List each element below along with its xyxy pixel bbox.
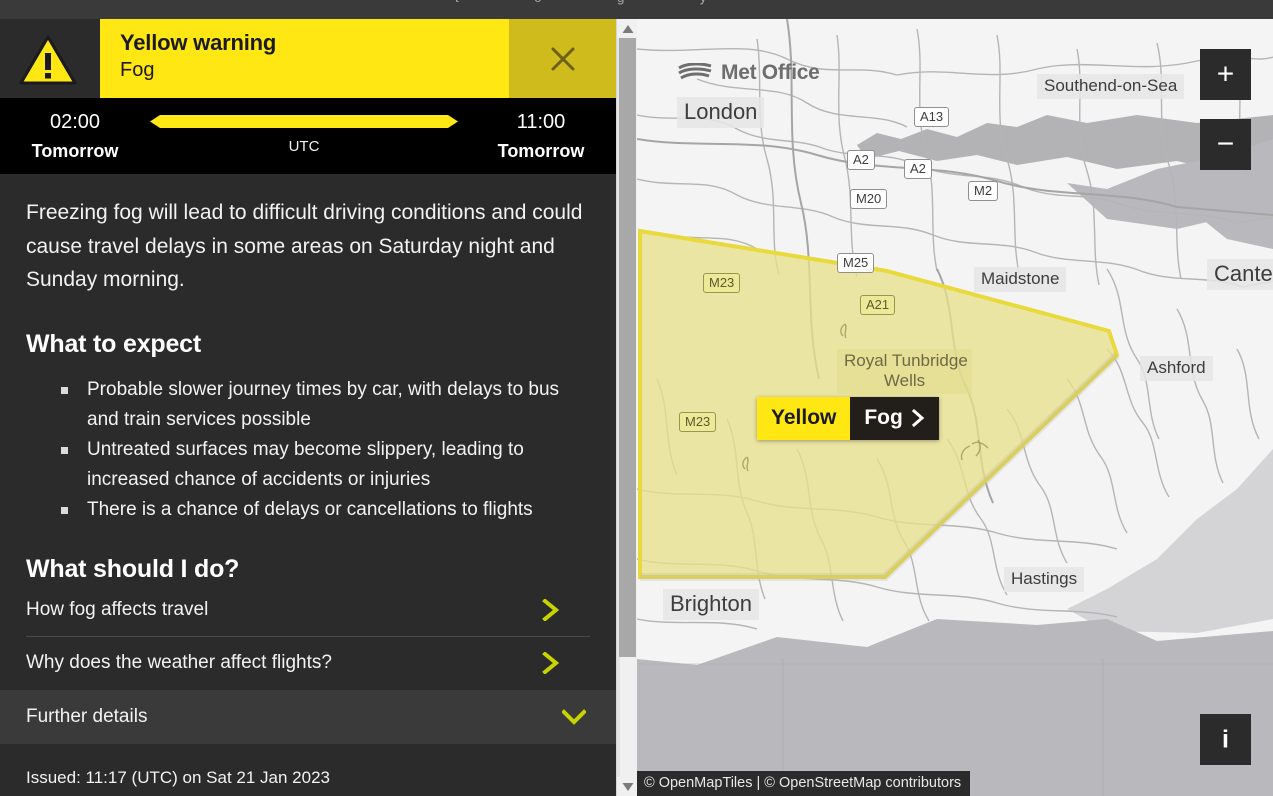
met-office-wave-logo [678,63,712,80]
further-details-label: Further details [26,705,148,727]
warning-triangle-icon [19,35,77,85]
warning-map[interactable]: Met Office London Southend-on-Sea Maidston… [637,19,1273,796]
warning-timeline: 02:00 Tomorrow UTC 11:00 Tomorrow [0,98,616,174]
badge-type: Fog [864,406,903,429]
screen-root: t o g y Yellow warning Fog [0,0,1273,796]
chevron-down-icon [562,708,586,725]
map-warning-badge[interactable]: Yellow Fog [757,397,939,440]
map-road-shield: M23 [679,412,717,432]
map-road-shield: A2 [904,159,932,179]
advice-link-label: Why does the weather affect flights? [26,652,332,673]
timeline-timezone: UTC [288,138,320,155]
map-place-label: Hastings [1004,567,1085,592]
zoom-in-button[interactable]: + [1200,49,1251,100]
timeline-start-time: 02:00 [49,111,101,133]
timeline-duration-bar [150,115,458,128]
what-to-expect-list: Probable slower journey times by car, wi… [26,375,590,525]
warning-type-subtitle: Fog [120,59,155,81]
warning-detail-panel: Yellow warning Fog 02:00 Tomorrow UTC 11… [0,19,616,796]
timeline-start-day: Tomorrow [31,141,119,161]
close-warning-button[interactable] [509,19,616,98]
info-icon: i [1222,725,1229,753]
badge-level: Yellow [757,397,851,440]
scrollbar-thumb[interactable] [619,38,636,657]
met-office-brand: Met Office [677,61,820,85]
warning-body: Freezing fog will lead to difficult driv… [0,174,616,690]
map-road-shield: M23 [703,273,741,293]
chevron-right-icon [542,598,560,621]
chevron-right-icon [542,652,560,674]
warning-level-title: Yellow warning [120,30,277,55]
clipped-top-strip: t o g y [0,0,1273,19]
timeline-end-day: Tomorrow [497,141,585,161]
warning-titles: Yellow warning Fog [120,30,276,83]
panel-scrollbar[interactable] [616,19,638,796]
further-details-toggle[interactable]: Further details [0,689,616,744]
zoom-in-label: + [1216,56,1235,90]
map-road-shield: A13 [914,107,950,127]
map-attribution: © OpenMapTiles | © OpenStreetMap contrib… [637,771,971,796]
what-to-expect-heading: What to expect [26,329,201,358]
close-icon [551,47,574,70]
map-road-shield: M25 [837,253,875,273]
map-place-label: Ashford [1140,356,1213,381]
map-place-label: Cante [1207,259,1273,290]
map-place-label: Royal Tunbridge Wells [837,349,972,394]
timeline-end-time: 11:00 [516,111,566,133]
map-place-label: Southend-on-Sea [1037,74,1185,99]
map-place-label: Maidstone [974,267,1067,292]
list-item: Probable slower journey times by car, wi… [26,375,590,435]
map-road-shield: M20 [850,189,888,209]
warning-summary: Freezing fog will lead to difficult driv… [26,201,583,291]
warning-title-band: Yellow warning Fog [100,19,616,98]
scroll-up-arrow-icon [622,24,633,33]
chevron-right-icon [911,409,925,427]
issued-timestamp: Issued: 11:17 (UTC) on Sat 21 Jan 2023 [26,767,330,787]
zoom-out-label: − [1216,126,1235,160]
advice-link-label: How fog affects travel [26,598,209,620]
map-place-label: Brighton [663,589,759,620]
scroll-up-button[interactable] [617,19,638,38]
map-info-button[interactable]: i [1200,714,1251,765]
map-road-shield: A21 [860,295,896,315]
map-road-shield: A2 [847,150,875,170]
what-should-i-do-heading: What should I do? [26,554,240,583]
scroll-down-button[interactable] [617,777,638,796]
map-canvas [637,19,1273,796]
list-item: Untreated surfaces may become slippery, … [26,435,590,495]
zoom-out-button[interactable]: − [1200,119,1251,170]
clipped-top-text: t o g y [455,0,742,5]
list-item: There is a chance of delays or cancellat… [26,495,590,525]
timeline-start: 02:00 Tomorrow [0,110,150,163]
map-road-shield: M2 [968,181,999,201]
warning-header: Yellow warning Fog [0,19,616,98]
scroll-down-arrow-icon [622,782,633,791]
met-office-label: Met Office [721,61,820,84]
map-place-label: London [677,97,765,128]
advice-link-weather-flights[interactable]: Why does the weather affect flights? [26,637,590,690]
advice-link-fog-travel[interactable]: How fog affects travel [26,584,590,637]
badge-type-group: Fog [850,397,939,440]
timeline-end: 11:00 Tomorrow [466,110,616,163]
